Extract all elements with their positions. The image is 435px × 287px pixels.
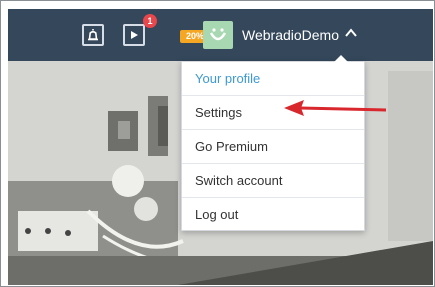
play-box-icon (131, 31, 138, 39)
player-button[interactable] (123, 24, 145, 46)
avatar-icon (209, 28, 227, 41)
menu-item-your-profile[interactable]: Your profile (182, 62, 364, 96)
avatar[interactable] (203, 21, 233, 49)
annotation-arrow (284, 100, 387, 116)
menu-item-go-premium[interactable]: Go Premium (182, 130, 364, 164)
bell-button[interactable] (82, 24, 104, 46)
notification-badge: 1 (143, 14, 157, 28)
username-label[interactable]: WebradioDemo (242, 27, 339, 43)
menu-item-log-out[interactable]: Log out (182, 198, 364, 232)
caret-up-icon[interactable] (344, 26, 358, 40)
bell-icon (88, 29, 98, 41)
menu-item-switch-account[interactable]: Switch account (182, 164, 364, 198)
account-dropdown-menu: Your profile Settings Go Premium Switch … (181, 55, 365, 232)
